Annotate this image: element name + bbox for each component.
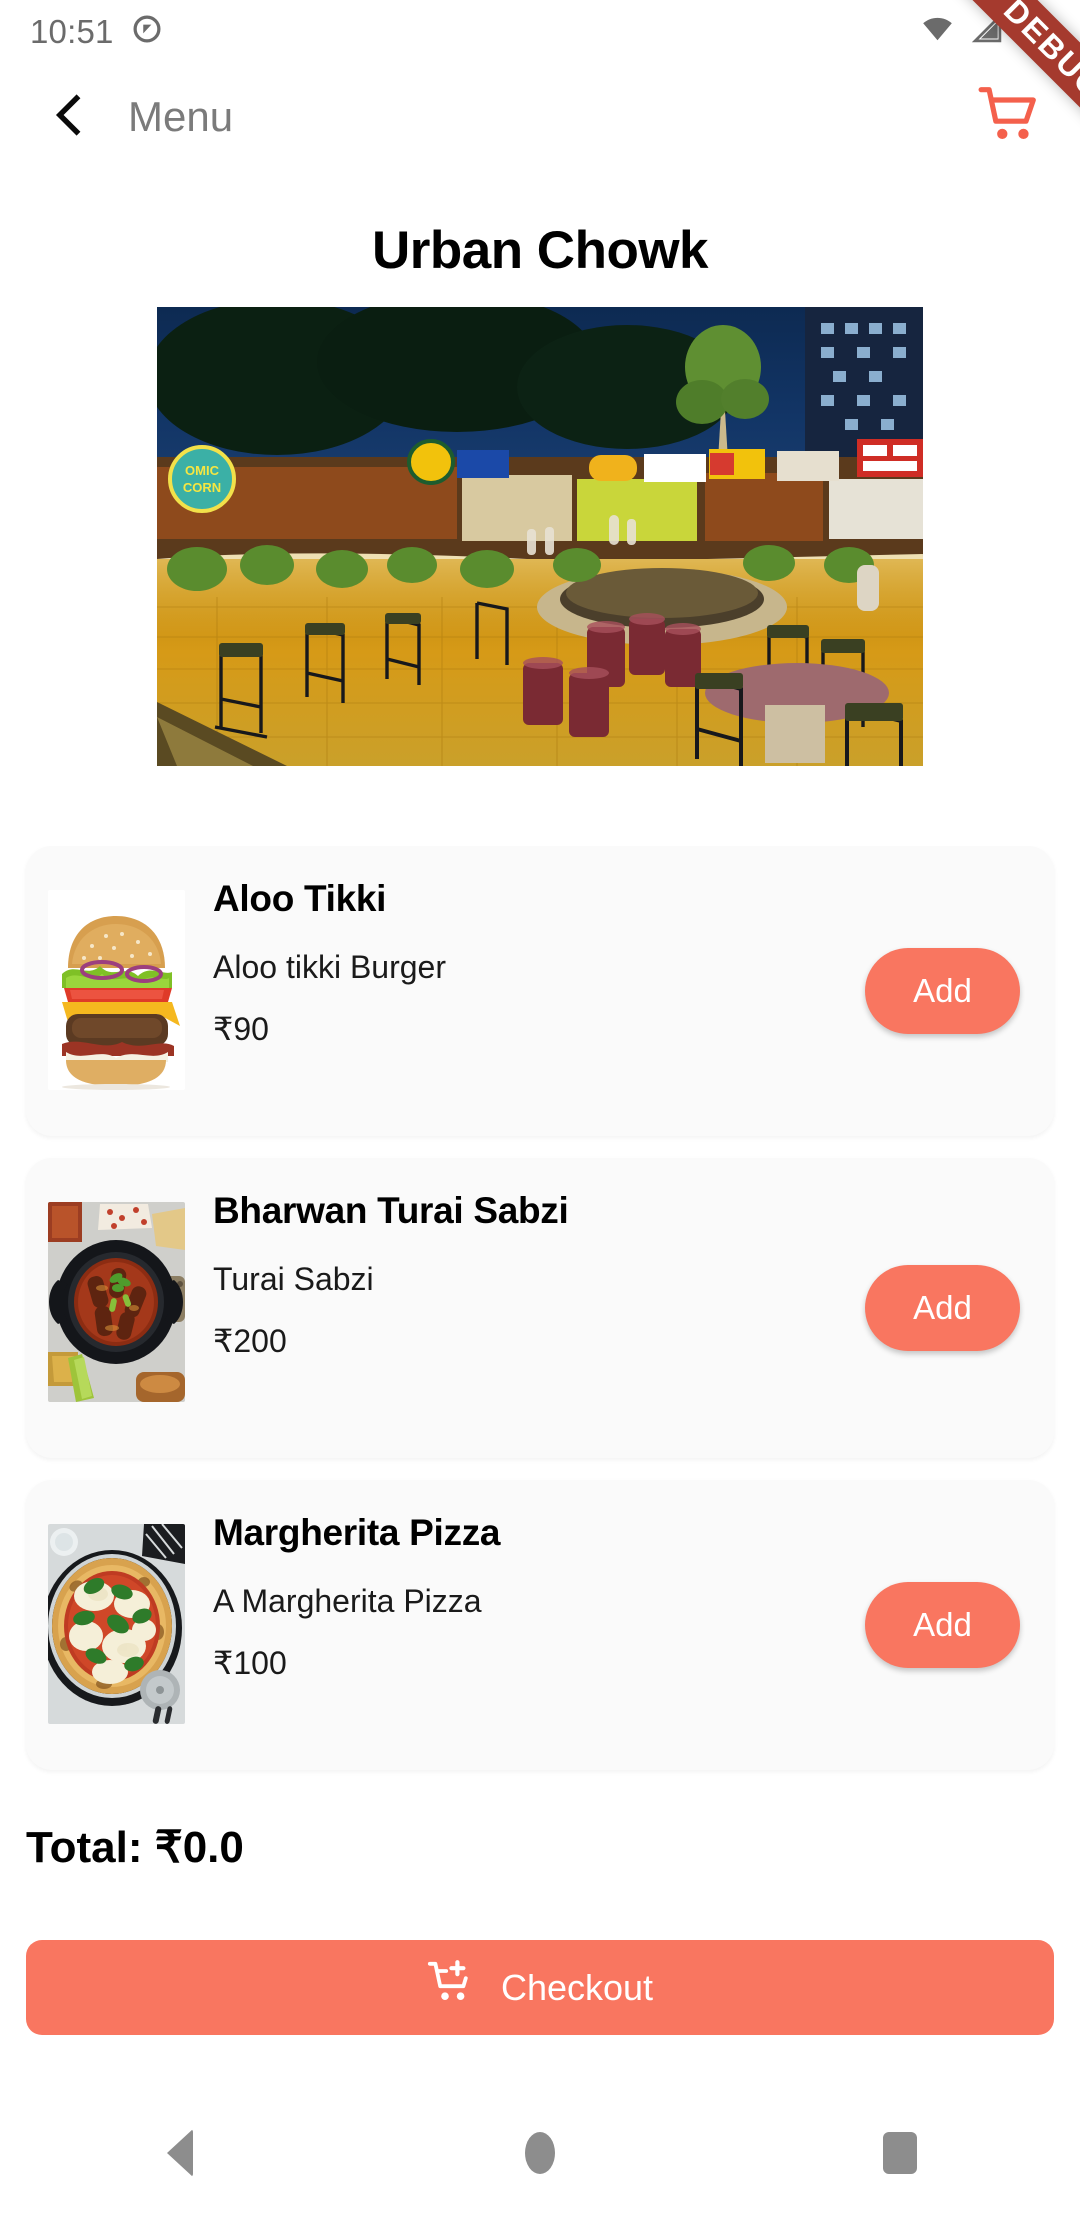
recents-square-icon [883, 2132, 917, 2174]
system-navigation-bar [0, 2086, 1080, 2220]
menu-item-info: Aloo Tikki Aloo tikki Burger ₹90 [185, 868, 865, 1050]
add-to-cart-button[interactable]: Add [865, 1265, 1020, 1351]
nav-recents-button[interactable] [825, 2086, 975, 2220]
checkout-button[interactable]: Checkout [26, 1940, 1054, 2035]
burger-photo [48, 890, 185, 1090]
home-circle-icon [525, 2132, 555, 2174]
menu-item-action: Add [865, 1265, 1054, 1351]
menu-item-action: Add [865, 1582, 1054, 1668]
screen-record-icon [132, 14, 162, 49]
status-bar-clock: 10:51 [30, 12, 114, 50]
add-to-cart-button[interactable]: Add [865, 1582, 1020, 1668]
shopping-cart-icon [978, 84, 1040, 151]
cart-button[interactable] [964, 72, 1054, 162]
add-to-cart-button[interactable]: Add [865, 948, 1020, 1034]
menu-item-thumbnail [48, 1524, 185, 1724]
svg-text:OMIC: OMIC [185, 463, 220, 478]
menu-item-description: Aloo tikki Burger [213, 949, 446, 986]
menu-item-list[interactable]: Aloo Tikki Aloo tikki Burger ₹90 Add Bha… [0, 846, 1080, 1806]
back-triangle-icon [167, 2129, 193, 2177]
chevron-left-icon [46, 91, 94, 144]
menu-item-name: Bharwan Turai Sabzi [213, 1190, 569, 1231]
app-bar: Menu [0, 62, 1080, 172]
menu-item-name: Margherita Pizza [213, 1512, 501, 1553]
menu-item-price: ₹100 [213, 1644, 287, 1681]
menu-item-description: Turai Sabzi [213, 1261, 374, 1298]
status-bar-left: 10:51 [30, 14, 162, 49]
hero-illustration: OMIC CORN [157, 307, 923, 766]
menu-item-description: A Margherita Pizza [213, 1583, 482, 1620]
cellular-signal-icon [971, 12, 1004, 50]
app-screen: 10:51 DEBUG Menu Urban Chowk OMIC CORN A… [0, 0, 1080, 2220]
restaurant-hero-image: OMIC CORN [157, 307, 923, 766]
menu-item-info: Margherita Pizza A Margherita Pizza ₹100 [185, 1502, 865, 1684]
status-bar: 10:51 [0, 0, 1080, 62]
order-total: Total: ₹0.0 [26, 1823, 244, 1872]
menu-item-price: ₹90 [213, 1010, 269, 1047]
add-shopping-cart-icon [427, 1959, 475, 2016]
menu-item-card[interactable]: Bharwan Turai Sabzi Turai Sabzi ₹200 Add [26, 1158, 1054, 1458]
menu-item-card[interactable]: Margherita Pizza A Margherita Pizza ₹100… [26, 1480, 1054, 1770]
restaurant-name: Urban Chowk [371, 221, 709, 280]
status-bar-right [921, 12, 1054, 50]
nav-home-button[interactable] [465, 2086, 615, 2220]
pizza-photo [48, 1524, 185, 1724]
curry-pan-photo [48, 1202, 185, 1402]
menu-item-price: ₹200 [213, 1322, 287, 1359]
menu-item-card[interactable]: Aloo Tikki Aloo tikki Burger ₹90 Add [26, 846, 1054, 1136]
back-button[interactable] [22, 69, 118, 165]
menu-item-thumbnail [48, 890, 185, 1090]
nav-back-button[interactable] [105, 2086, 255, 2220]
menu-item-info: Bharwan Turai Sabzi Turai Sabzi ₹200 [185, 1180, 865, 1362]
menu-item-name: Aloo Tikki [213, 878, 387, 919]
wifi-icon [921, 12, 954, 50]
menu-item-thumbnail [48, 1202, 185, 1402]
menu-item-action: Add [865, 948, 1054, 1034]
battery-icon [1021, 12, 1054, 50]
page-title: Menu [128, 93, 234, 140]
checkout-label: Checkout [500, 1966, 654, 2008]
svg-text:CORN: CORN [183, 480, 221, 495]
